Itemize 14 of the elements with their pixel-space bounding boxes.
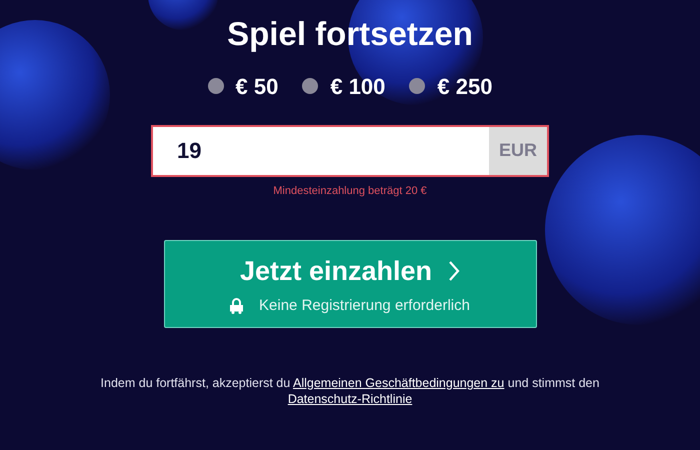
radio-button[interactable] xyxy=(208,78,224,94)
consent-text: Indem du fortfährst, akzeptierst du Allgemeinen Geschäftbedingungen zu und stimmst den Datenschutz-Richtlinie xyxy=(100,376,600,408)
amount-option-label[interactable]: € 50 xyxy=(236,70,278,103)
amount-option-label[interactable]: € 250 xyxy=(437,70,492,103)
button-subtitle: Keine Registrierung erforderlich xyxy=(259,296,470,316)
error-message: Mindesteinzahlung beträgt 20 € xyxy=(273,184,427,199)
lock-icon xyxy=(230,298,244,314)
chevron-right-icon xyxy=(448,260,460,282)
privacy-link[interactable]: Datenschutz-Richtlinie xyxy=(288,392,412,406)
button-label: Jetzt einzahlen xyxy=(240,254,432,288)
amount-option-label[interactable]: € 100 xyxy=(330,70,386,103)
page-title: Spiel fortsetzen xyxy=(227,14,473,54)
terms-link[interactable]: Allgemeinen Geschäftbedingungen zu xyxy=(293,376,504,390)
radio-button[interactable] xyxy=(302,78,318,94)
